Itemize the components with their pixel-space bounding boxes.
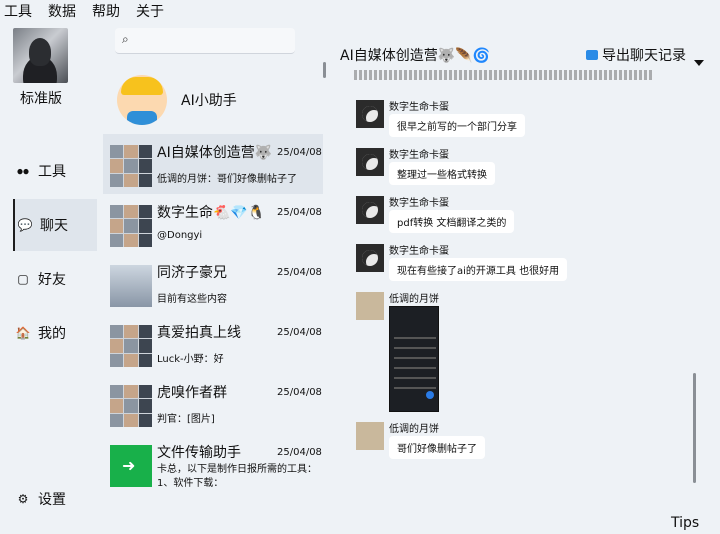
conversation-date: 25/04/08 [277, 267, 322, 278]
settings-icon: ⚙ [17, 492, 29, 506]
sender-avatar[interactable] [356, 148, 384, 176]
conversation-row[interactable]: 同济子豪兄 25/04/08 目前有这些内容 [103, 254, 323, 314]
sender-name: 数字生命卡蛋 [389, 246, 449, 257]
conversation-row[interactable]: 真爱拍真上线 25/04/08 Luck-小野：好 [103, 314, 323, 374]
conversation-preview: 判官：[图片] [157, 414, 215, 425]
list-scrollbar[interactable] [323, 62, 326, 78]
contacts-icon: ▢ [17, 272, 29, 286]
sender-avatar[interactable] [356, 244, 384, 272]
image-message[interactable] [389, 306, 439, 412]
file-transfer-icon [110, 445, 152, 487]
message-bubble: 现在有些接了ai的开源工具 也很好用 [389, 258, 568, 281]
message-bubble: 哥们好像删帖子了 [389, 436, 485, 459]
assistant-name: AI小助手 [181, 93, 237, 109]
nav-item-label: 聊天 [40, 218, 68, 234]
nav-item-profile[interactable]: 🏠 我的 [13, 307, 97, 359]
message-bubble: 整理过一些格式转换 [389, 162, 495, 185]
nav-item-contacts[interactable]: ▢ 好友 [13, 253, 97, 305]
tools-icon: ⦁⦁ [16, 163, 29, 178]
conversation-preview: 卡总，以下是制作日报所需的工具：1、软件下载：https://memotrace… [157, 464, 317, 489]
conversation-preview: Luck-小野：好 [157, 354, 224, 365]
clipped-message [354, 70, 654, 80]
tips-link[interactable]: Tips [671, 515, 699, 531]
user-avatar[interactable] [13, 28, 68, 83]
group-avatar [110, 385, 152, 427]
group-avatar [110, 145, 152, 187]
nav-item-settings[interactable]: ⚙ 设置 [13, 473, 97, 525]
conversation-date: 25/04/08 [277, 387, 322, 398]
sender-avatar[interactable] [356, 100, 384, 128]
chat-icon: 💬 [17, 218, 33, 232]
sender-avatar[interactable] [356, 422, 384, 450]
chat-scrollbar[interactable] [693, 373, 696, 483]
sender-name: 低调的月饼 [389, 294, 439, 305]
conversation-row[interactable]: 数字生命🐔💎🐧 25/04/08 @Dongyi [103, 194, 323, 254]
menu-bar: 工具 数据 帮助 关于 [0, 0, 720, 22]
menu-tools[interactable]: 工具 [4, 1, 32, 21]
ai-assistant-entry[interactable]: AI小助手 [117, 74, 317, 126]
contact-avatar [110, 265, 152, 307]
conversation-list: ⌕ AI小助手 AI自媒体创造营🐺 25/04/08 低调的月饼：哥们好像删帖子… [103, 22, 327, 534]
nav-item-tools[interactable]: ⦁⦁ 工具 [13, 145, 97, 197]
folder-icon [586, 50, 598, 60]
version-label: 标准版 [20, 91, 62, 107]
conversation-preview: 低调的月饼：哥们好像删帖子了 [157, 174, 297, 185]
conversation-name: 虎嗅作者群 [157, 385, 227, 401]
sender-name: 数字生命卡蛋 [389, 198, 449, 209]
nav-item-label: 我的 [38, 326, 66, 342]
search-input[interactable]: ⌕ [115, 28, 295, 54]
menu-about[interactable]: 关于 [136, 1, 164, 21]
conversation-row[interactable]: AI自媒体创造营🐺 25/04/08 低调的月饼：哥们好像删帖子了 [103, 134, 323, 194]
export-label: 导出聊天记录 [602, 48, 686, 64]
conversation-date: 25/04/08 [277, 207, 322, 218]
conversation-preview: @Dongyi [157, 230, 203, 241]
nav-item-label: 好友 [38, 272, 66, 288]
conversation-name: AI自媒体创造营🐺 [157, 145, 273, 161]
nav-item-label: 工具 [38, 164, 66, 180]
conversation-row[interactable]: 文件传输助手 25/04/08 卡总，以下是制作日报所需的工具：1、软件下载：h… [103, 434, 323, 494]
message-bubble: pdf转换 文档翻译之类的 [389, 210, 515, 233]
sender-name: 低调的月饼 [389, 424, 439, 435]
menu-help[interactable]: 帮助 [92, 1, 120, 21]
menu-data[interactable]: 数据 [48, 1, 76, 21]
nav-item-chat[interactable]: 💬 聊天 [13, 199, 97, 251]
sender-name: 数字生命卡蛋 [389, 102, 449, 113]
sender-avatar[interactable] [356, 292, 384, 320]
sender-avatar[interactable] [356, 196, 384, 224]
assistant-avatar [117, 75, 167, 125]
conversation-name: 数字生命🐔💎🐧 [157, 205, 266, 221]
group-avatar [110, 325, 152, 367]
chat-panel: AI自媒体创造营🐺🪶🌀 导出聊天记录 数字生命卡蛋 很早之前写的一个部门分享 数… [330, 22, 720, 534]
chevron-down-icon[interactable] [694, 60, 704, 66]
nav-item-label: 设置 [38, 492, 66, 508]
conversation-date: 25/04/08 [277, 447, 322, 458]
message-bubble: 很早之前写的一个部门分享 [389, 114, 525, 137]
chat-title: AI自媒体创造营🐺🪶🌀 [340, 48, 491, 64]
side-nav: 标准版 ⦁⦁ 工具 💬 聊天 ▢ 好友 🏠 我的 ⚙ 设置 [0, 22, 100, 534]
sender-name: 数字生命卡蛋 [389, 150, 449, 161]
conversation-row[interactable]: 虎嗅作者群 25/04/08 判官：[图片] [103, 374, 323, 434]
conversation-name: 文件传输助手 [157, 445, 241, 461]
conversation-name: 真爱拍真上线 [157, 325, 241, 341]
search-icon: ⌕ [122, 32, 129, 46]
conversation-name: 同济子豪兄 [157, 265, 227, 281]
group-avatar [110, 205, 152, 247]
conversation-date: 25/04/08 [277, 327, 322, 338]
export-chat-button[interactable]: 导出聊天记录 [586, 45, 686, 65]
conversation-date: 25/04/08 [277, 147, 322, 158]
profile-icon: 🏠 [15, 326, 31, 340]
conversation-preview: 目前有这些内容 [157, 294, 227, 305]
